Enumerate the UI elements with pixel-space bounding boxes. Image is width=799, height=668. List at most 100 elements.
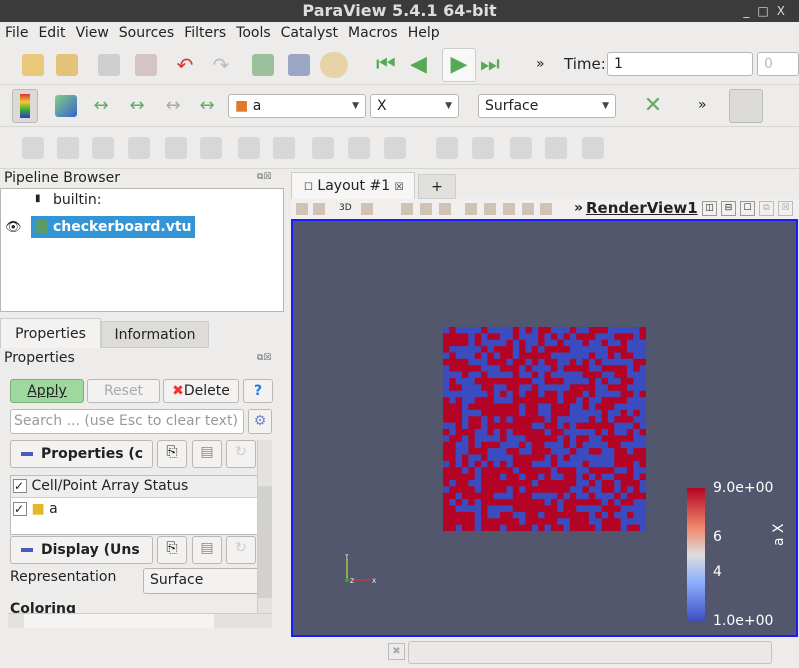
- restore-display-defaults-button[interactable]: ↻: [226, 536, 256, 564]
- toolbar-overflow[interactable]: »: [536, 56, 545, 72]
- display-section-toggle[interactable]: Display (Uns: [10, 536, 153, 564]
- filter-icon-4[interactable]: [165, 137, 187, 159]
- scrollbar-thumb[interactable]: [258, 486, 272, 598]
- add-layout-tab-button[interactable]: +: [418, 174, 456, 199]
- properties-section-toggle[interactable]: Properties (c: [10, 440, 153, 468]
- view-tool-icon-4[interactable]: [420, 203, 432, 215]
- tab-information[interactable]: Information: [101, 321, 209, 348]
- help-button[interactable]: ?: [243, 379, 273, 403]
- toggle-color-legend-icon[interactable]: [12, 89, 38, 123]
- time-index-spinbox[interactable]: 0: [757, 52, 799, 76]
- pipeline-item-checkerboard[interactable]: checkerboard.vtu: [31, 216, 195, 238]
- view-tool-icon-2[interactable]: [361, 203, 373, 215]
- previous-frame-icon[interactable]: ◀: [410, 54, 432, 76]
- header-checkbox[interactable]: ✓: [13, 479, 27, 493]
- maximize-view-button[interactable]: ☐: [740, 201, 755, 216]
- filter-icon-9[interactable]: [348, 137, 370, 159]
- filter-icon-6[interactable]: [238, 137, 260, 159]
- menu-filters[interactable]: Filters: [179, 22, 231, 44]
- view-tool-icon-1[interactable]: [313, 203, 325, 215]
- split-horizontal-button[interactable]: ◫: [702, 201, 717, 216]
- menu-help[interactable]: Help: [403, 22, 445, 44]
- restore-view-button[interactable]: ⧉: [759, 201, 774, 216]
- copy-properties-button[interactable]: ⎘: [157, 440, 187, 468]
- palette-icon[interactable]: [320, 52, 348, 78]
- menu-sources[interactable]: Sources: [114, 22, 179, 44]
- properties-float-close-icons[interactable]: ⧉☒: [257, 353, 272, 363]
- load-state-icon[interactable]: [56, 54, 78, 76]
- disconnect-icon[interactable]: [135, 54, 157, 76]
- filter-icon-1[interactable]: [57, 137, 79, 159]
- rescale-temporal-icon[interactable]: ↔: [162, 95, 184, 117]
- connect-icon[interactable]: [98, 54, 120, 76]
- view-tool-icon-3[interactable]: [401, 203, 413, 215]
- properties-search-input[interactable]: Search ... (use Esc to clear text): [10, 409, 244, 434]
- reset-camera-icon[interactable]: ✕: [640, 93, 666, 119]
- view-tool-icon-8[interactable]: [503, 203, 515, 215]
- pipeline-item-builtin[interactable]: builtin:: [53, 192, 102, 208]
- horizontal-scrollbar[interactable]: [8, 613, 272, 628]
- camera-link-icon[interactable]: [252, 54, 274, 76]
- paste-properties-button[interactable]: ▤: [192, 440, 222, 468]
- view-tool-icon-10[interactable]: [540, 203, 552, 215]
- representation-combo[interactable]: Surface: [143, 568, 272, 594]
- view-tool-icon-6[interactable]: [465, 203, 477, 215]
- view-tool-icon-5[interactable]: [439, 203, 451, 215]
- menu-tools[interactable]: Tools: [231, 22, 276, 44]
- delete-button[interactable]: ✖Delete: [163, 379, 239, 403]
- filter-icon-8[interactable]: [312, 137, 334, 159]
- paste-display-button[interactable]: ▤: [192, 536, 222, 564]
- representation-select[interactable]: Surface ▼: [478, 94, 616, 118]
- axes-orientation-icon[interactable]: [729, 89, 763, 123]
- vertical-scrollbar[interactable]: [257, 440, 272, 613]
- next-frame-icon[interactable]: ⏭: [480, 54, 502, 76]
- maximize-button[interactable]: □: [757, 4, 776, 18]
- filter-icon-11[interactable]: [436, 137, 458, 159]
- menu-catalyst[interactable]: Catalyst: [276, 22, 343, 44]
- filter-icon-2[interactable]: [92, 137, 114, 159]
- component-select[interactable]: X ▼: [370, 94, 459, 118]
- edit-color-map-icon[interactable]: [55, 95, 77, 117]
- redo-icon[interactable]: ↷: [210, 54, 232, 76]
- restore-defaults-button[interactable]: ↻: [226, 440, 256, 468]
- filter-icon-15[interactable]: [582, 137, 604, 159]
- filter-icon-7[interactable]: [273, 137, 295, 159]
- filter-icon-12[interactable]: [472, 137, 494, 159]
- toggle-3d-button[interactable]: 3D: [339, 203, 352, 213]
- filter-icon-14[interactable]: [545, 137, 567, 159]
- pick-center-icon[interactable]: [288, 54, 310, 76]
- view-tool-icon-0[interactable]: [296, 203, 308, 215]
- advanced-settings-gear-icon[interactable]: ⚙: [248, 409, 272, 434]
- open-icon[interactable]: [22, 54, 44, 76]
- close-button[interactable]: X: [777, 4, 793, 18]
- filter-icon-13[interactable]: [510, 137, 532, 159]
- menu-view[interactable]: View: [71, 22, 114, 44]
- close-tab-icon[interactable]: ☒: [395, 182, 404, 193]
- clear-progress-icon[interactable]: ✖: [388, 643, 405, 660]
- split-vertical-button[interactable]: ⊟: [721, 201, 736, 216]
- reset-button[interactable]: Reset: [87, 379, 160, 403]
- filter-icon-3[interactable]: [128, 137, 150, 159]
- panel-float-close-icons[interactable]: ⧉☒: [257, 172, 272, 182]
- play-button[interactable]: ▶: [442, 48, 476, 82]
- filter-icon-5[interactable]: [200, 137, 222, 159]
- minimize-button[interactable]: _: [743, 4, 757, 18]
- apply-button[interactable]: Apply: [10, 379, 84, 403]
- tab-properties[interactable]: Properties: [0, 318, 101, 348]
- view-toolbar-overflow[interactable]: »: [574, 200, 583, 216]
- rescale-custom-icon[interactable]: ↔: [126, 95, 148, 117]
- close-view-button[interactable]: ☒: [778, 201, 793, 216]
- array-row[interactable]: ✓ ■ a: [11, 498, 259, 520]
- undo-icon[interactable]: ↶: [174, 54, 196, 76]
- menu-edit[interactable]: Edit: [33, 22, 70, 44]
- time-input[interactable]: 1: [607, 52, 753, 76]
- visibility-eye-icon[interactable]: 👁: [5, 220, 22, 235]
- first-frame-icon[interactable]: ⏮: [376, 54, 398, 76]
- view-tool-icon-7[interactable]: [484, 203, 496, 215]
- rescale-range-icon[interactable]: ↔: [90, 95, 112, 117]
- filter-icon-10[interactable]: [384, 137, 406, 159]
- color-array-select[interactable]: ■ a ▼: [228, 94, 366, 118]
- copy-display-button[interactable]: ⎘: [157, 536, 187, 564]
- menu-file[interactable]: File: [0, 22, 33, 44]
- rescale-visible-icon[interactable]: ↔: [196, 95, 218, 117]
